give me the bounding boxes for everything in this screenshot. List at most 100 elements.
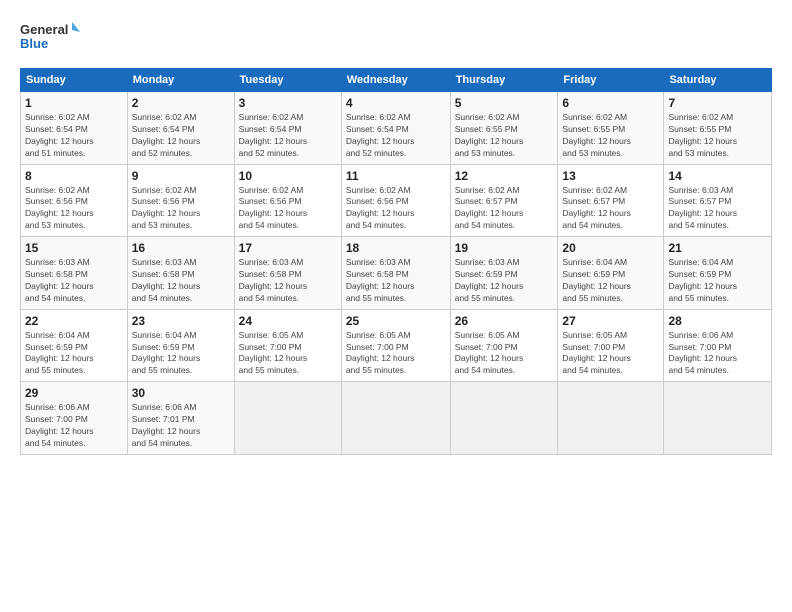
day-info: Sunrise: 6:04 AM Sunset: 6:59 PM Dayligh…: [668, 257, 767, 305]
day-info: Sunrise: 6:02 AM Sunset: 6:55 PM Dayligh…: [455, 112, 554, 160]
day-info: Sunrise: 6:02 AM Sunset: 6:57 PM Dayligh…: [455, 185, 554, 233]
day-number: 27: [562, 314, 659, 328]
day-info: Sunrise: 6:05 AM Sunset: 7:00 PM Dayligh…: [455, 330, 554, 378]
day-number: 19: [455, 241, 554, 255]
calendar-cell: 29 Sunrise: 6:06 AM Sunset: 7:00 PM Dayli…: [21, 382, 128, 455]
calendar-cell: 27 Sunrise: 6:05 AM Sunset: 7:00 PM Dayli…: [558, 309, 664, 382]
day-number: 7: [668, 96, 767, 110]
day-number: 26: [455, 314, 554, 328]
day-number: 11: [346, 169, 446, 183]
day-number: 3: [239, 96, 337, 110]
page: General Blue SundayMondayTuesdayWednesda…: [0, 0, 792, 612]
calendar-cell: 16Sunrise: 6:03 AM Sunset: 6:58 PM Dayli…: [127, 237, 234, 310]
day-number: 17: [239, 241, 337, 255]
day-info: Sunrise: 6:02 AM Sunset: 6:55 PM Dayligh…: [668, 112, 767, 160]
calendar-header-row: SundayMondayTuesdayWednesdayThursdayFrid…: [21, 69, 772, 92]
calendar-cell: 15 Sunrise: 6:03 AM Sunset: 6:58 PM Dayli…: [21, 237, 128, 310]
calendar-cell: 23Sunrise: 6:04 AM Sunset: 6:59 PM Dayli…: [127, 309, 234, 382]
calendar-cell: 1 Sunrise: 6:02 AM Sunset: 6:54 PM Daylig…: [21, 92, 128, 165]
day-number: 29: [25, 386, 123, 400]
day-info: Sunrise: 6:02 AM Sunset: 6:56 PM Dayligh…: [239, 185, 337, 233]
calendar-cell: 21 Sunrise: 6:04 AM Sunset: 6:59 PM Dayli…: [664, 237, 772, 310]
logo-svg: General Blue: [20, 18, 80, 58]
svg-text:General: General: [20, 22, 68, 37]
calendar-cell: 18 Sunrise: 6:03 AM Sunset: 6:58 PM Dayli…: [341, 237, 450, 310]
calendar-cell: 3 Sunrise: 6:02 AM Sunset: 6:54 PM Daylig…: [234, 92, 341, 165]
day-info: Sunrise: 6:02 AM Sunset: 6:54 PM Dayligh…: [239, 112, 337, 160]
day-info: Sunrise: 6:02 AM Sunset: 6:56 PM Dayligh…: [346, 185, 446, 233]
day-number: 22: [25, 314, 123, 328]
day-info: Sunrise: 6:06 AM Sunset: 7:00 PM Dayligh…: [25, 402, 123, 450]
calendar-cell: 26 Sunrise: 6:05 AM Sunset: 7:00 PM Dayli…: [450, 309, 558, 382]
day-number: 13: [562, 169, 659, 183]
weekday-saturday: Saturday: [664, 69, 772, 92]
calendar-cell: 14 Sunrise: 6:03 AM Sunset: 6:57 PM Dayli…: [664, 164, 772, 237]
calendar-cell: 2 Sunrise: 6:02 AM Sunset: 6:54 PM Daylig…: [127, 92, 234, 165]
day-number: 30: [132, 386, 230, 400]
day-info: Sunrise: 6:02 AM Sunset: 6:55 PM Dayligh…: [562, 112, 659, 160]
day-info: Sunrise: 6:03 AM Sunset: 6:59 PM Dayligh…: [455, 257, 554, 305]
day-number: 6: [562, 96, 659, 110]
day-number: 2: [132, 96, 230, 110]
header: General Blue: [20, 18, 772, 58]
day-number: 16: [132, 241, 230, 255]
weekday-wednesday: Wednesday: [341, 69, 450, 92]
day-number: 18: [346, 241, 446, 255]
day-info: Sunrise: 6:02 AM Sunset: 6:54 PM Dayligh…: [25, 112, 123, 160]
calendar-cell: 9 Sunrise: 6:02 AM Sunset: 6:56 PM Daylig…: [127, 164, 234, 237]
day-number: 8: [25, 169, 123, 183]
calendar-cell: [341, 382, 450, 455]
logo: General Blue: [20, 18, 80, 58]
day-number: 9: [132, 169, 230, 183]
weekday-thursday: Thursday: [450, 69, 558, 92]
weekday-monday: Monday: [127, 69, 234, 92]
calendar-cell: 25 Sunrise: 6:05 AM Sunset: 7:00 PM Dayli…: [341, 309, 450, 382]
day-number: 4: [346, 96, 446, 110]
day-number: 28: [668, 314, 767, 328]
calendar-cell: 13 Sunrise: 6:02 AM Sunset: 6:57 PM Dayli…: [558, 164, 664, 237]
day-info: Sunrise: 6:02 AM Sunset: 6:57 PM Dayligh…: [562, 185, 659, 233]
calendar-body: 1 Sunrise: 6:02 AM Sunset: 6:54 PM Daylig…: [21, 92, 772, 455]
day-info: Sunrise: 6:03 AM Sunset: 6:57 PM Dayligh…: [668, 185, 767, 233]
day-number: 14: [668, 169, 767, 183]
calendar-cell: 5 Sunrise: 6:02 AM Sunset: 6:55 PM Daylig…: [450, 92, 558, 165]
day-number: 1: [25, 96, 123, 110]
weekday-sunday: Sunday: [21, 69, 128, 92]
calendar-cell: [664, 382, 772, 455]
calendar-cell: [234, 382, 341, 455]
day-info: Sunrise: 6:06 AM Sunset: 7:01 PM Dayligh…: [132, 402, 230, 450]
week-row-2: 8 Sunrise: 6:02 AM Sunset: 6:56 PM Daylig…: [21, 164, 772, 237]
day-number: 20: [562, 241, 659, 255]
week-row-1: 1 Sunrise: 6:02 AM Sunset: 6:54 PM Daylig…: [21, 92, 772, 165]
day-info: Sunrise: 6:02 AM Sunset: 6:56 PM Dayligh…: [25, 185, 123, 233]
calendar-cell: 6 Sunrise: 6:02 AM Sunset: 6:55 PM Daylig…: [558, 92, 664, 165]
calendar-cell: [558, 382, 664, 455]
weekday-friday: Friday: [558, 69, 664, 92]
day-number: 21: [668, 241, 767, 255]
day-info: Sunrise: 6:05 AM Sunset: 7:00 PM Dayligh…: [346, 330, 446, 378]
day-number: 15: [25, 241, 123, 255]
day-number: 5: [455, 96, 554, 110]
day-number: 12: [455, 169, 554, 183]
day-number: 25: [346, 314, 446, 328]
calendar-cell: 17 Sunrise: 6:03 AM Sunset: 6:58 PM Dayli…: [234, 237, 341, 310]
day-info: Sunrise: 6:03 AM Sunset: 6:58 PM Dayligh…: [239, 257, 337, 305]
week-row-5: 29 Sunrise: 6:06 AM Sunset: 7:00 PM Dayli…: [21, 382, 772, 455]
week-row-4: 22 Sunrise: 6:04 AM Sunset: 6:59 PM Dayli…: [21, 309, 772, 382]
day-info: Sunrise: 6:03 AM Sunset: 6:58 PM Dayligh…: [25, 257, 123, 305]
calendar-cell: 22Sunrise: 6:04 AM Sunset: 6:59 PM Dayli…: [21, 309, 128, 382]
calendar-cell: 4Sunrise: 6:02 AM Sunset: 6:54 PM Daylig…: [341, 92, 450, 165]
svg-text:Blue: Blue: [20, 36, 48, 51]
day-info: Sunrise: 6:02 AM Sunset: 6:54 PM Dayligh…: [132, 112, 230, 160]
day-number: 10: [239, 169, 337, 183]
day-info: Sunrise: 6:04 AM Sunset: 6:59 PM Dayligh…: [562, 257, 659, 305]
day-info: Sunrise: 6:05 AM Sunset: 7:00 PM Dayligh…: [239, 330, 337, 378]
calendar-cell: 19 Sunrise: 6:03 AM Sunset: 6:59 PM Dayli…: [450, 237, 558, 310]
calendar: SundayMondayTuesdayWednesdayThursdayFrid…: [20, 68, 772, 455]
day-info: Sunrise: 6:04 AM Sunset: 6:59 PM Dayligh…: [132, 330, 230, 378]
day-info: Sunrise: 6:03 AM Sunset: 6:58 PM Dayligh…: [346, 257, 446, 305]
day-info: Sunrise: 6:05 AM Sunset: 7:00 PM Dayligh…: [562, 330, 659, 378]
day-info: Sunrise: 6:02 AM Sunset: 6:56 PM Dayligh…: [132, 185, 230, 233]
calendar-cell: 10 Sunrise: 6:02 AM Sunset: 6:56 PM Dayli…: [234, 164, 341, 237]
calendar-cell: 20 Sunrise: 6:04 AM Sunset: 6:59 PM Dayli…: [558, 237, 664, 310]
